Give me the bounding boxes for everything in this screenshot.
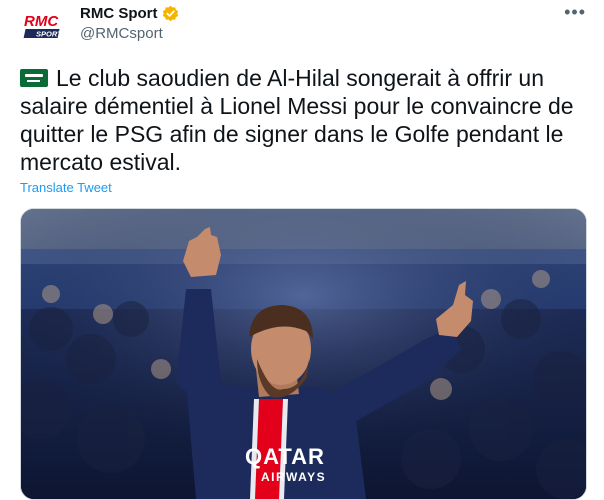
svg-text:SPORT: SPORT — [36, 30, 63, 39]
player-photo: QATAR AIRWAYS — [21, 209, 586, 499]
more-options-icon[interactable]: ••• — [564, 2, 586, 23]
translate-tweet-link[interactable]: Translate Tweet — [20, 180, 112, 195]
jersey-sponsor-top: QATAR — [245, 444, 325, 469]
author-name-row[interactable]: RMC Sport — [80, 5, 179, 22]
author-display-name[interactable]: RMC Sport — [80, 5, 158, 22]
svg-text:RMC: RMC — [24, 13, 59, 30]
rmc-sport-logo[interactable]: RMC SPORT — [20, 8, 70, 44]
saudi-arabia-flag-icon — [20, 69, 48, 87]
tweet-body: Le club saoudien de Al-Hilal songerait à… — [20, 65, 574, 175]
jersey-sponsor-bottom: AIRWAYS — [261, 470, 326, 484]
author-handle[interactable]: @RMCsport — [80, 25, 163, 42]
verified-badge-icon — [162, 5, 178, 22]
tweet-media-photo[interactable]: QATAR AIRWAYS — [20, 208, 587, 500]
tweet-text: Le club saoudien de Al-Hilal songerait à… — [20, 64, 590, 176]
